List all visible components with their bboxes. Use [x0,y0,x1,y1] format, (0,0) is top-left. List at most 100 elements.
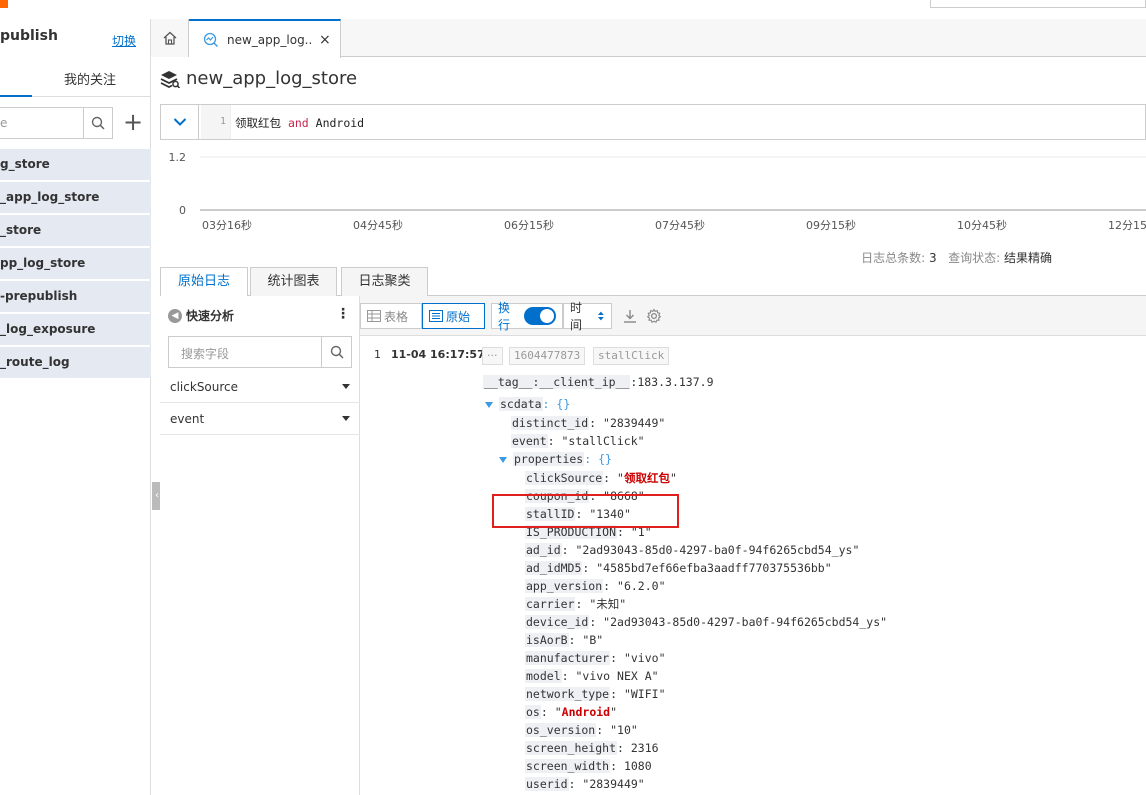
property-line: userid: "2839449" [525,775,645,793]
property-key[interactable]: os_version [525,723,597,737]
quick-analysis-header[interactable]: ◀ 快速分析 [168,307,234,324]
property-separator: : " [603,579,624,593]
collapse-left-icon[interactable]: ◀ [168,308,182,323]
sidebar-item-logstore[interactable]: g_store [0,149,151,180]
query-text[interactable]: 领取红包 and Android [235,115,364,131]
distinct-id-key[interactable]: distinct_id [511,416,590,430]
property-separator: : " [561,543,583,557]
property-separator: : [617,741,631,755]
x-tick-label: 04分45秒 [353,218,403,232]
expand-triangle-icon[interactable] [499,456,507,463]
log-scdata-line[interactable]: scdata: {} [485,395,570,413]
wrap-toggle[interactable]: 换行 [491,301,563,332]
property-line: network_type: "WIFI" [525,685,666,703]
property-end: " [852,543,860,557]
property-value: WIFI [630,687,659,701]
logstore-icon [160,70,180,88]
field-item-clicksource[interactable]: clickSource [160,371,360,403]
time-sort-button[interactable]: 时间 [563,301,612,332]
more-options-icon[interactable]: ⋮ [336,306,350,322]
property-line: device_id: "2ad93043-85d0-4297-ba0f-94f6… [525,613,887,631]
log-properties-line[interactable]: properties: {} [499,450,612,468]
field-item-event[interactable]: event [160,403,360,435]
property-key[interactable]: manufacturer [525,651,611,665]
property-key[interactable]: model [525,669,562,683]
event-key[interactable]: event [511,434,548,448]
properties-key[interactable]: properties [513,452,585,466]
property-end: " [669,471,677,485]
log-more-button[interactable]: ··· [482,347,503,365]
property-key[interactable]: isAorB [525,633,569,647]
logstore-search-button[interactable] [83,107,113,139]
global-search-input[interactable] [930,0,1146,8]
property-line: carrier: "未知" [525,595,626,613]
tab-all[interactable] [0,61,32,97]
sidebar-item-logstore[interactable]: _app_log_store [0,182,151,213]
logstore-analysis-icon [203,32,218,47]
property-key[interactable]: ad_idMD5 [525,561,583,575]
switch-project-link[interactable]: 切换 [112,32,136,49]
property-key[interactable]: os [525,705,541,719]
property-key[interactable]: device_id [525,615,590,629]
log-count-label: 日志总条数: [861,251,926,265]
field-search-input[interactable]: 搜索字段 [168,336,352,368]
x-tick-label: 07分45秒 [655,218,705,232]
histogram-chart[interactable]: 1.2 0 03分16秒 04分45秒 06分15秒 07分45秒 09分15秒 10分45秒… [160,140,1146,240]
field-search-button[interactable] [321,337,351,367]
log-tag-line: __tag__:__client_ip__:183.3.137.9 [483,373,714,391]
tab-chart[interactable]: 统计图表 [250,267,337,296]
scdata-key[interactable]: scdata [499,397,543,411]
property-value: 1080 [623,759,652,773]
query-expand-toggle[interactable] [161,105,199,139]
property-key[interactable]: carrier [525,597,576,611]
tab-raw-logs[interactable]: 原始日志 [160,267,248,297]
property-separator: : " [561,669,583,683]
expand-triangle-icon[interactable] [485,401,493,408]
property-value: 4585bd7ef66efba3aadff770375536bb [603,561,825,575]
log-toolbar: 表格 原始 换行 时间 [360,296,1146,336]
property-line: screen_height: 2316 [525,739,659,757]
log-event-chip[interactable]: stallClick [593,347,670,365]
property-end: " [637,777,645,791]
tab-new-app-log-store[interactable]: new_app_log... × [189,19,341,58]
download-button[interactable] [621,307,639,325]
query-text-before: 领取红包 [235,116,288,130]
property-key[interactable]: app_version [525,579,604,593]
list-icon [429,310,443,322]
wrap-switch[interactable] [524,307,556,325]
property-key[interactable]: screen_height [525,741,618,755]
sidebar-item-logstore[interactable]: pp_log_store [0,248,151,279]
tab-log-cluster[interactable]: 日志聚类 [341,267,428,296]
query-stats: 日志总条数: 3 查询状态: 结果精确 [861,249,1052,266]
property-key[interactable]: userid [525,777,569,791]
raw-view-button[interactable]: 原始 [422,303,485,329]
sidebar-item-logstore[interactable]: _route_log [0,347,151,378]
property-key[interactable]: ad_id [525,543,562,557]
x-tick-label: 09分15秒 [806,218,856,232]
home-tab[interactable] [151,19,189,57]
sidebar-item-logstore[interactable]: _store [0,215,151,246]
result-tabs: 原始日志 统计图表 日志聚类 [160,267,1146,297]
tab-my-follow[interactable]: 我的关注 [64,69,116,88]
x-tick-label: 12分15 [1108,219,1146,232]
logstore-search-input[interactable]: e [0,107,84,139]
time-sort-label: 时间 [570,301,583,332]
log-time: 11-04 16:17:57 [391,348,485,361]
table-view-button[interactable]: 表格 [360,303,422,329]
tag-key[interactable]: __tag__:__client_ip__ [483,375,631,389]
chevron-down-icon [173,118,186,126]
log-timestamp-chip[interactable]: 1604477873 [509,347,586,365]
query-keyword: and [287,116,309,130]
settings-button[interactable] [645,307,663,325]
wrap-label: 换行 [498,301,511,332]
property-value: 6.2.0 [623,579,659,593]
close-tab-icon[interactable]: × [319,32,331,48]
query-editor[interactable]: 1 领取红包 and Android [160,104,1146,140]
sidebar-item-logstore[interactable]: _log_exposure [0,314,151,345]
property-value: 2ad93043-85d0-4297-ba0f-94f6265cbd54_ys [610,615,881,629]
property-key[interactable]: clickSource [525,471,604,485]
sidebar-item-logstore[interactable]: -prepublish [0,281,151,312]
property-key[interactable]: screen_width [525,759,611,773]
add-logstore-button[interactable]: + [121,107,145,139]
property-key[interactable]: network_type [525,687,611,701]
